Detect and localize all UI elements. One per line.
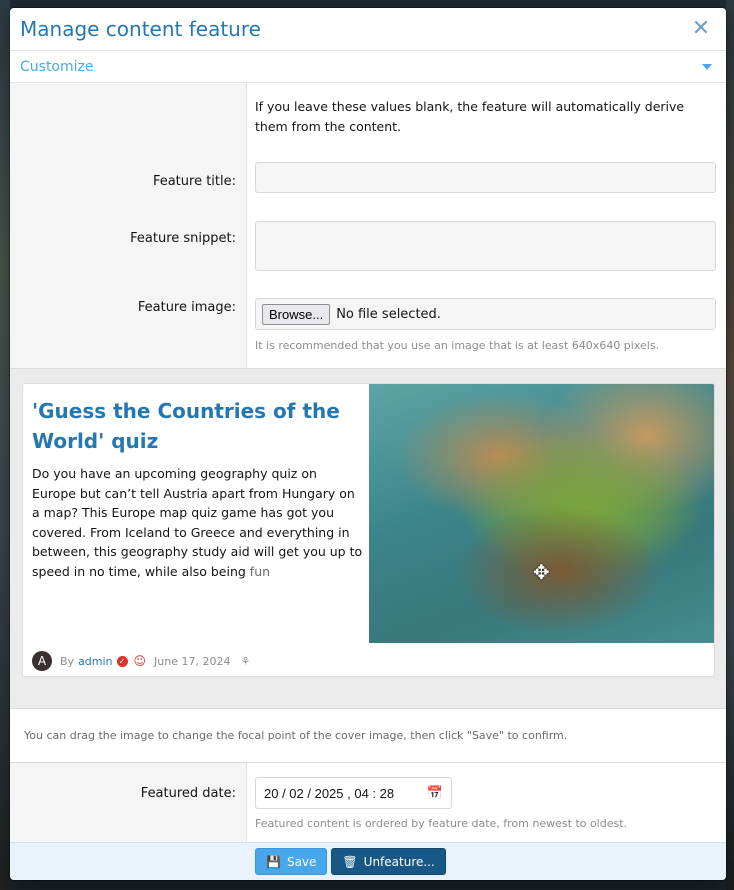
intro-row: If you leave these values blank, the fea… — [10, 83, 726, 162]
unfeature-label: Unfeature... — [363, 854, 435, 869]
featured-date-value: 20 / 02 / 2025 , 04 : 28 — [264, 785, 395, 801]
tab-label: Customize — [20, 58, 94, 75]
verified-icon: ✓ — [116, 655, 128, 667]
image-hint: It is recommended that you use an image … — [255, 339, 660, 352]
preview-meta: A By admin ✓ ☺ June 17, 2024 ⚘ — [32, 650, 250, 672]
avatar[interactable]: A — [32, 651, 52, 671]
calendar-icon[interactable]: 📅 — [427, 785, 443, 801]
preview-snippet-fade: fun — [249, 563, 271, 579]
drag-note: You can drag the image to change the foc… — [10, 708, 726, 763]
person-icon: ☺ — [133, 654, 147, 668]
move-cursor-icon: ✥ — [533, 560, 550, 584]
save-button[interactable]: 💾 Save — [255, 848, 328, 875]
feature-title-input[interactable] — [255, 162, 716, 193]
save-icon: 💾 — [266, 854, 281, 869]
close-icon[interactable]: ✕ — [690, 18, 712, 40]
feature-title-row: Feature title: — [10, 162, 726, 221]
browse-button[interactable]: Browse... — [262, 303, 331, 325]
backdrop-strip-right — [726, 0, 734, 890]
feature-snippet-input[interactable] — [255, 221, 716, 271]
submit-row: 💾 Save 🗑 Unfeature... — [10, 842, 726, 880]
feature-image-label: Feature image: — [10, 298, 247, 368]
preview-area: 'Guess the Countries of the World' quiz … — [10, 368, 726, 708]
no-file-text: No file selected. — [336, 306, 441, 322]
cover-image[interactable]: ✥ — [369, 384, 714, 643]
feature-title-label: Feature title: — [10, 162, 247, 221]
feature-snippet-row: Feature snippet: — [10, 221, 726, 298]
dialog-title: Manage content feature — [20, 17, 261, 41]
preview-date: June 17, 2024 — [154, 654, 231, 668]
dialog-header: Manage content feature ✕ — [10, 8, 726, 51]
chevron-down-icon[interactable] — [702, 64, 712, 70]
preview-card: 'Guess the Countries of the World' quiz … — [22, 383, 715, 677]
tab-customize[interactable]: Customize — [10, 51, 726, 83]
featured-date-label: Featured date: — [10, 763, 247, 845]
by-label: By — [60, 654, 75, 668]
preview-snippet-text: Do you have an upcoming geography quiz o… — [32, 466, 363, 579]
unfeature-button[interactable]: 🗑 Unfeature... — [331, 848, 446, 875]
feature-snippet-label: Feature snippet: — [10, 221, 247, 298]
save-label: Save — [286, 854, 317, 869]
feature-dialog: Manage content feature ✕ Customize If yo… — [10, 8, 726, 880]
featured-date-input[interactable]: 20 / 02 / 2025 , 04 : 28 📅 — [255, 777, 452, 809]
backdrop-strip-left — [0, 0, 10, 890]
author-link[interactable]: admin — [78, 655, 112, 668]
featured-date-row: Featured date: 20 / 02 / 2025 , 04 : 28 … — [10, 763, 726, 845]
intro-label-cell — [10, 83, 247, 162]
preview-title: 'Guess the Countries of the World' quiz — [32, 399, 340, 453]
featured-date-hint: Featured content is ordered by feature d… — [255, 817, 628, 830]
feature-image-input[interactable]: Browse... No file selected. — [255, 298, 716, 330]
trash-icon: 🗑 — [342, 854, 358, 869]
preview-snippet: Do you have an upcoming geography quiz o… — [32, 464, 364, 581]
feature-image-row: Feature image: Browse... No file selecte… — [10, 298, 726, 368]
intro-text: If you leave these values blank, the fea… — [255, 99, 685, 134]
award-icon: ⚘ — [240, 654, 251, 668]
